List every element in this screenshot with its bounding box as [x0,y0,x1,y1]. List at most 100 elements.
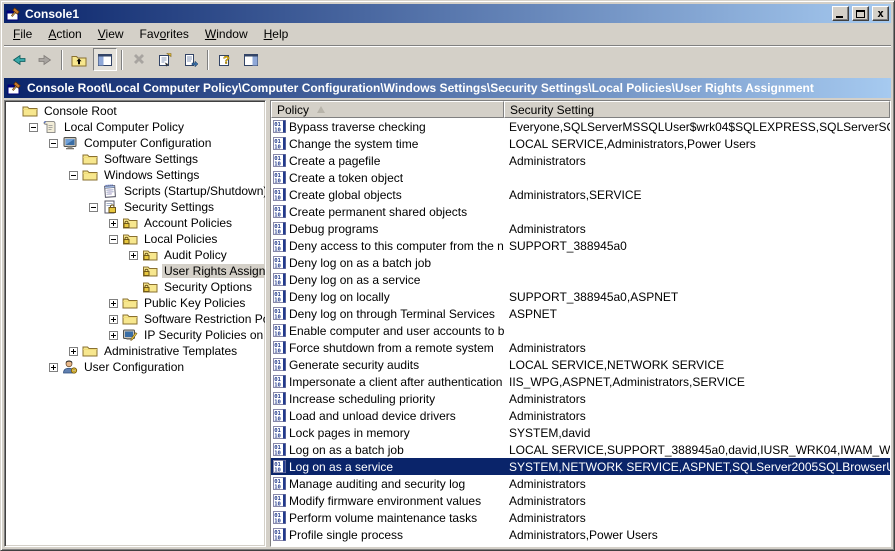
tree-item-local-computer-policy[interactable]: Local Computer Policy [7,119,265,135]
up-one-level-button[interactable] [67,48,91,71]
list-row[interactable]: 0110Enable computer and user accounts to… [271,322,890,339]
back-button[interactable] [7,48,31,71]
menu-item-label: H [264,27,273,41]
collapse-toggle-icon[interactable] [109,235,118,244]
menu-item-help[interactable]: Help [256,25,297,43]
expand-toggle-icon[interactable] [129,251,138,260]
tree-item-audit-policy[interactable]: Audit Policy [7,247,265,263]
list-row[interactable]: 0110Create a token object [271,169,890,186]
svg-text:10: 10 [274,280,281,286]
minimize-icon [836,16,843,18]
tree-item-software-settings[interactable]: Software Settings [7,151,265,167]
tree-item-label: Administrative Templates [102,344,239,358]
list-row[interactable]: 0110Deny access to this computer from th… [271,237,890,254]
collapse-toggle-icon[interactable] [49,139,58,148]
list-row[interactable]: 0110Debug programsAdministrators [271,220,890,237]
tree-item-public-key-policies[interactable]: Public Key Policies [7,295,265,311]
list-row[interactable]: 0110Load and unload device driversAdmini… [271,407,890,424]
tree-item-local-policies[interactable]: Local Policies [7,231,265,247]
tree-item-console-root[interactable]: Console Root [7,103,265,119]
column-header-security-setting[interactable]: Security Setting [504,101,890,118]
menu-item-view[interactable]: View [90,25,132,43]
export-list-button[interactable] [179,48,203,71]
policy-doc-icon: 0110 [273,358,286,371]
policy-label: Deny log on as a batch job [289,256,431,270]
list-row[interactable]: 0110Create global objectsAdministrators,… [271,186,890,203]
menu-item-window[interactable]: Window [197,25,256,43]
security-setting-value: Everyone,SQLServerMSSQLUser$wrk04$SQLEXP… [504,120,890,134]
list-row[interactable]: 0110Create a pagefileAdministrators [271,152,890,169]
show-action-pane-button[interactable] [239,48,263,71]
collapse-toggle-icon[interactable] [29,123,38,132]
list-row[interactable]: 0110Manage auditing and security logAdmi… [271,475,890,492]
tree-item-label: IP Security Policies on Local C [142,328,266,342]
minimize-button[interactable] [832,6,849,21]
expand-toggle-icon[interactable] [69,347,78,356]
list-row[interactable]: 0110Log on as a serviceSYSTEM,NETWORK SE… [271,458,890,475]
list-row[interactable]: 0110Bypass traverse checkingEveryone,SQL… [271,118,890,135]
tree-item-security-settings[interactable]: Security Settings [7,199,265,215]
show-console-tree-button[interactable] [93,48,117,71]
properties-button[interactable] [153,48,177,71]
list-row[interactable]: 0110Lock pages in memorySYSTEM,david [271,424,890,441]
tree-item-account-policies[interactable]: Account Policies [7,215,265,231]
tree-item-windows-settings[interactable]: Windows Settings [7,167,265,183]
policy-label: Enable computer and user accounts to b..… [289,324,504,338]
policy-label: Impersonate a client after authenticatio… [289,375,502,389]
list-row[interactable]: 0110Deny log on as a batch job [271,254,890,271]
help-button[interactable]: ? [213,48,237,71]
tree-item-scripts-startup-shutdown[interactable]: Scripts (Startup/Shutdown) [7,183,265,199]
folder-icon [22,103,38,119]
collapse-toggle-icon[interactable] [89,203,98,212]
list-row[interactable]: 0110Increase scheduling priorityAdminist… [271,390,890,407]
expand-toggle-icon[interactable] [109,331,118,340]
tree-item-label: Account Policies [142,216,234,230]
svg-text:10: 10 [274,535,281,541]
list-row[interactable]: 0110Deny log on through Terminal Service… [271,305,890,322]
list-row[interactable]: 0110Generate security auditsLOCAL SERVIC… [271,356,890,373]
delete-button[interactable] [127,48,151,71]
tree-item-ip-security-policies[interactable]: IP Security Policies on Local C [7,327,265,343]
tree-item-administrative-templates[interactable]: Administrative Templates [7,343,265,359]
list-row[interactable]: 0110Impersonate a client after authentic… [271,373,890,390]
forward-button[interactable] [33,48,57,71]
menu-item-action[interactable]: Action [40,25,89,43]
menu-item-file[interactable]: File [5,25,40,43]
policy-doc-icon: 0110 [273,443,286,456]
policy-column-label: Policy [277,103,309,117]
list-row[interactable]: 0110Log on as a batch jobLOCAL SERVICE,S… [271,441,890,458]
svg-text:10: 10 [274,144,281,150]
folder-icon [122,295,138,311]
svg-text:10: 10 [274,127,281,133]
expand-toggle-icon[interactable] [109,219,118,228]
close-button[interactable]: x [872,6,889,21]
title-bar: Console1 x [4,4,891,23]
column-header-policy[interactable]: Policy [271,101,504,118]
tree-item-software-restriction-policies[interactable]: Software Restriction Policies [7,311,265,327]
policy-list: 0110 Bypass traverse checking Everyone,SQL… [271,118,890,546]
policy-cell: 0110Increase scheduling priority [271,392,504,406]
expand-toggle-icon[interactable] [109,299,118,308]
tree-item-security-options[interactable]: Security Options [7,279,265,295]
tree-item-label: Audit Policy [162,248,229,262]
expand-toggle-icon[interactable] [109,315,118,324]
expand-toggle-icon[interactable] [49,363,58,372]
list-row[interactable]: 0110Change the system timeLOCAL SERVICE,… [271,135,890,152]
collapse-toggle-icon[interactable] [69,171,78,180]
maximize-button[interactable] [852,6,869,21]
svg-text:10: 10 [274,246,281,252]
menu-item-favorites[interactable]: Favorites [132,25,197,43]
tree-item-user-configuration[interactable]: User Configuration [7,359,265,375]
list-row[interactable]: 0110Profile single processAdministrators… [271,526,890,543]
svg-text:10: 10 [274,450,281,456]
list-row[interactable]: 0110Deny log on locallySUPPORT_388945a0,… [271,288,890,305]
tree-item-computer-configuration[interactable]: Computer Configuration [7,135,265,151]
list-row[interactable]: 0110Create permanent shared objects [271,203,890,220]
list-row[interactable]: 0110Modify firmware environment valuesAd… [271,492,890,509]
list-row[interactable]: 0110Perform volume maintenance tasksAdmi… [271,509,890,526]
list-row[interactable]: 0110Force shutdown from a remote systemA… [271,339,890,356]
list-row[interactable]: 0110Deny log on as a service [271,271,890,288]
security-setting-value: Administrators [504,392,890,406]
policy-label: Bypass traverse checking [289,120,426,134]
tree-item-user-rights-assignment[interactable]: User Rights Assignment [7,263,265,279]
